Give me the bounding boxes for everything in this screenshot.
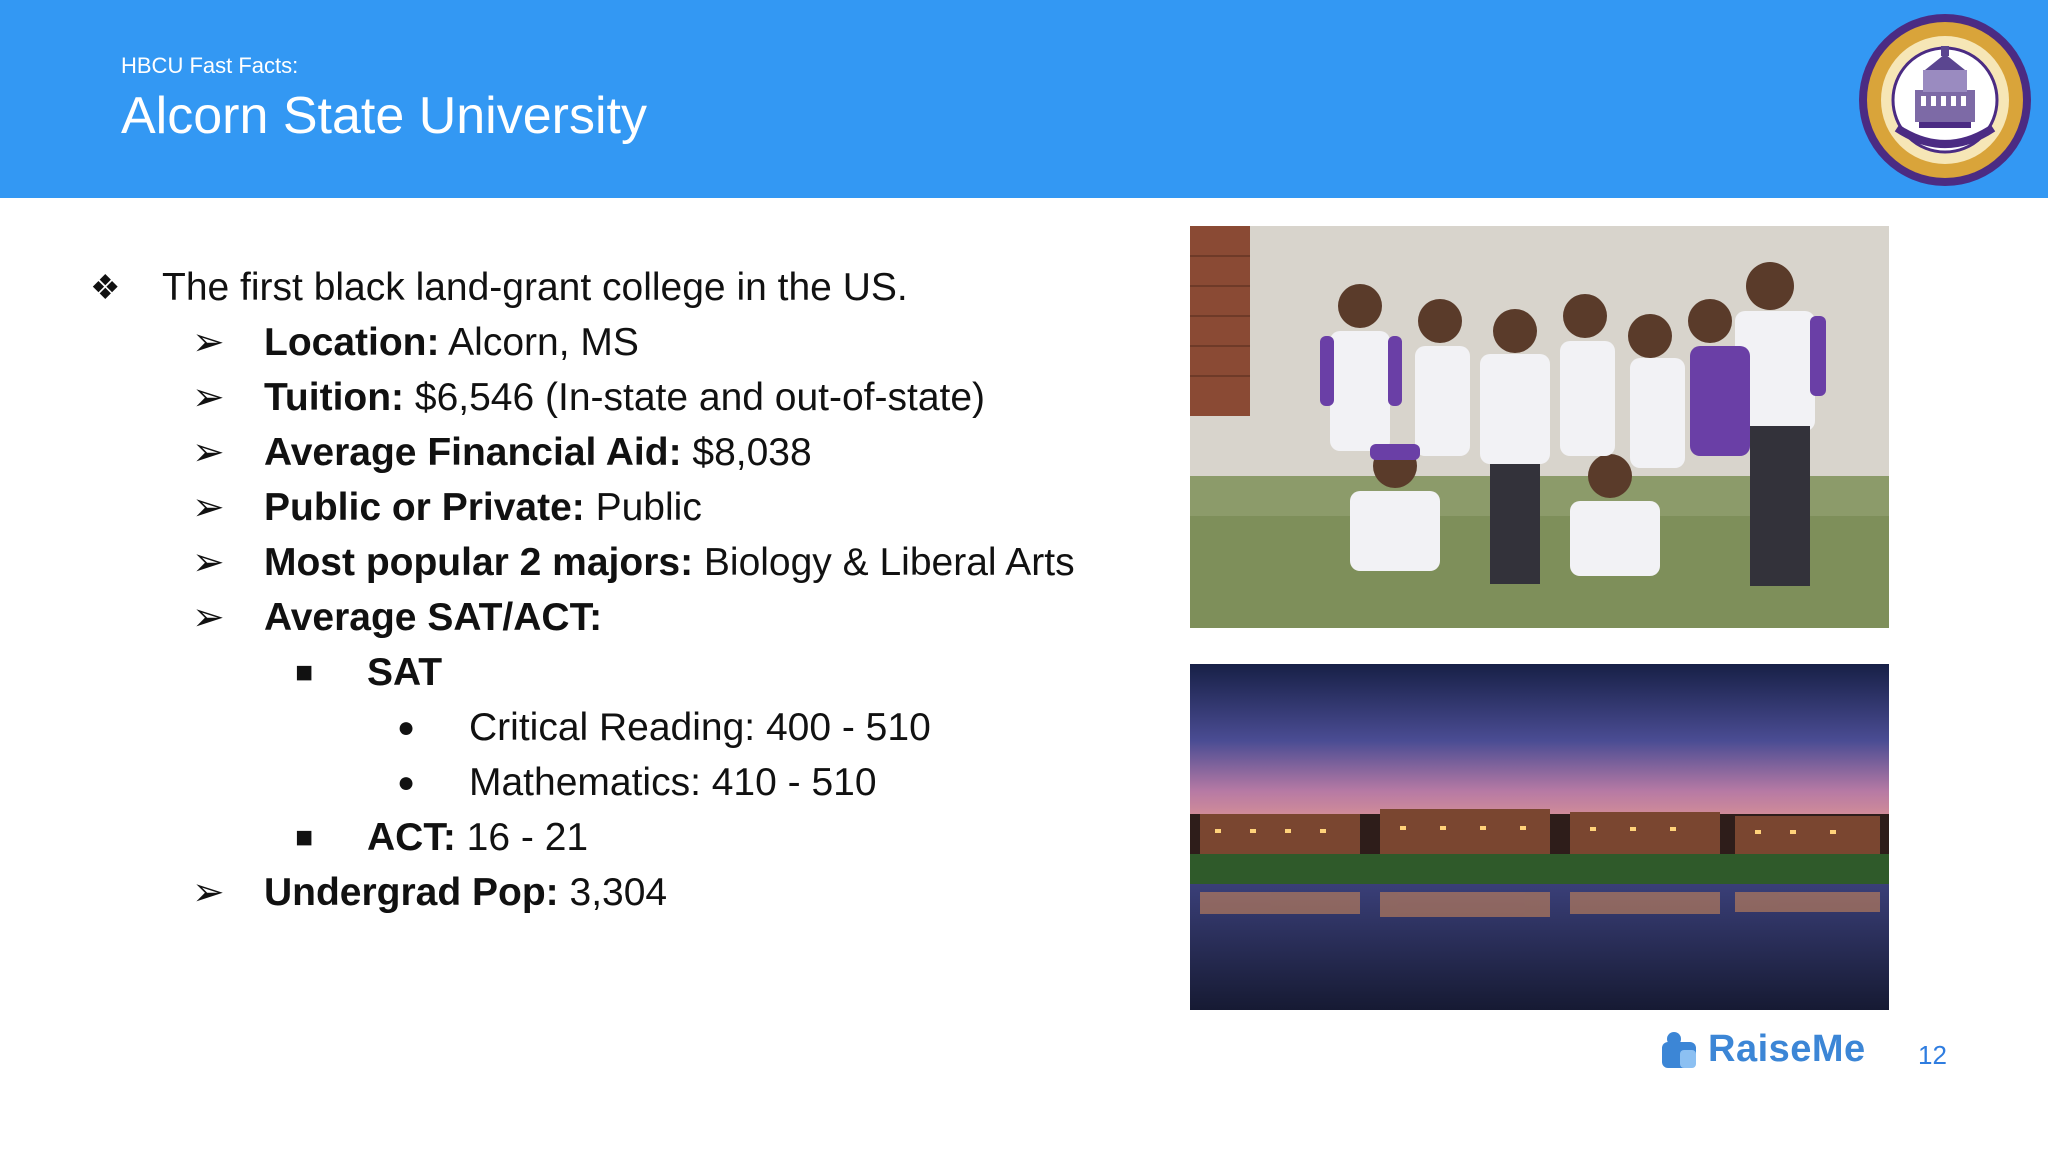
- list-item: ➢ Undergrad Pop: 3,304: [192, 865, 667, 920]
- arrow-bullet-icon: ➢: [192, 871, 225, 914]
- list-item: ➢ Most popular 2 majors: Biology & Liber…: [192, 535, 1075, 590]
- arrow-bullet-icon: ➢: [192, 486, 225, 529]
- list-item: ● Critical Reading: 400 - 510: [397, 700, 931, 755]
- page-number: 12: [1918, 1040, 1947, 1070]
- act-value: 16 - 21: [455, 815, 589, 859]
- sat-math: Mathematics: 410 - 510: [469, 760, 877, 804]
- undergrad-value: 3,304: [558, 870, 668, 914]
- fact-lead: The first black land-grant college in th…: [162, 265, 908, 309]
- list-item: ■ SAT: [295, 645, 442, 700]
- public-label: Public or Private:: [264, 485, 585, 529]
- raiseme-logo-icon: [1662, 1031, 1696, 1068]
- location-value: Alcorn, MS: [439, 320, 639, 364]
- location-label: Location:: [264, 320, 440, 364]
- list-item: ➢ Public or Private: Public: [192, 480, 702, 535]
- arrow-bullet-icon: ➢: [192, 321, 225, 364]
- undergrad-label: Undergrad Pop:: [264, 870, 559, 914]
- arrow-bullet-icon: ➢: [192, 376, 225, 419]
- dot-bullet-icon: ●: [397, 710, 416, 744]
- arrow-bullet-icon: ➢: [192, 431, 225, 474]
- sat-label: SAT: [367, 650, 443, 694]
- list-item: ● Mathematics: 410 - 510: [397, 755, 877, 810]
- title-banner: HBCU Fast Facts: Alcorn State University: [0, 0, 2048, 198]
- majors-label: Most popular 2 majors:: [264, 540, 694, 584]
- tuition-label: Tuition:: [264, 375, 405, 419]
- list-item: ➢ Average Financial Aid: $8,038: [192, 425, 812, 480]
- brand-name: RaiseMe: [1708, 1028, 1866, 1070]
- list-item: ➢ Tuition: $6,546 (In-state and out-of-s…: [192, 370, 985, 425]
- campus-night-photo: [1190, 664, 1889, 1010]
- arrow-bullet-icon: ➢: [192, 541, 225, 584]
- list-item: ➢ Average SAT/ACT:: [192, 590, 602, 645]
- list-item: ➢ Location: Alcorn, MS: [192, 315, 639, 370]
- university-seal-icon: [1859, 14, 2031, 186]
- list-item: ❖ The first black land-grant college in …: [90, 260, 908, 315]
- slide-kicker: HBCU Fast Facts:: [121, 53, 299, 78]
- tuition-value: $6,546 (In-state and out-of-state): [404, 375, 986, 419]
- aid-label: Average Financial Aid:: [264, 430, 682, 474]
- list-item: ■ ACT: 16 - 21: [295, 810, 588, 865]
- arrow-bullet-icon: ➢: [192, 596, 225, 639]
- slide-title: Alcorn State University: [121, 87, 647, 145]
- raiseme-brand: RaiseMe: [1660, 1028, 1866, 1071]
- aid-value: $8,038: [681, 430, 812, 474]
- satact-label: Average SAT/ACT:: [264, 595, 603, 639]
- square-bullet-icon: ■: [295, 655, 314, 689]
- dot-bullet-icon: ●: [397, 765, 416, 799]
- sat-reading: Critical Reading: 400 - 510: [469, 705, 931, 749]
- square-bullet-icon: ■: [295, 820, 314, 854]
- students-group-photo: [1190, 226, 1889, 628]
- act-label: ACT:: [367, 815, 456, 859]
- diamond-bullet-icon: ❖: [90, 268, 121, 307]
- public-value: Public: [584, 485, 702, 529]
- majors-value: Biology & Liberal Arts: [693, 540, 1075, 584]
